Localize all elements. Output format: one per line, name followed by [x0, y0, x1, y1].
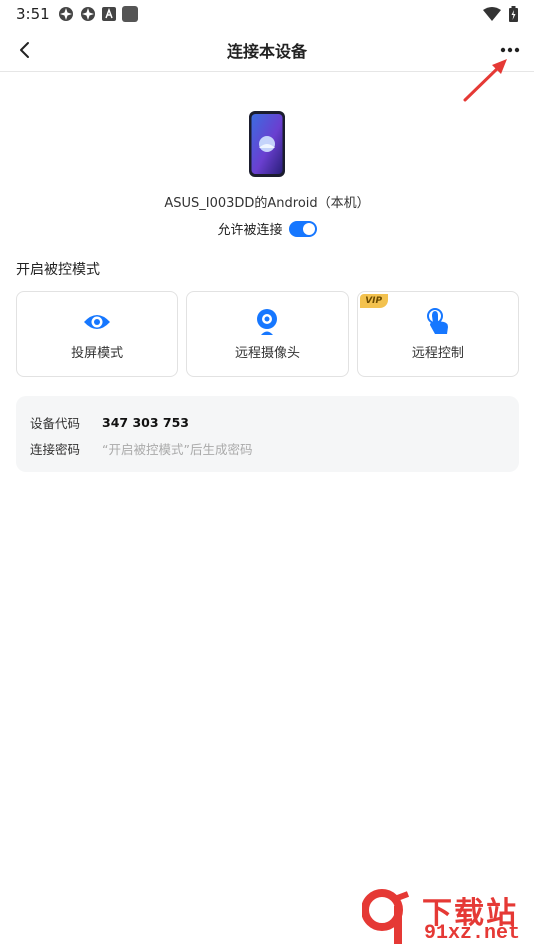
webcam-icon [253, 308, 281, 336]
status-system-icons [483, 5, 518, 23]
device-code-value: 347 303 753 [102, 414, 189, 430]
wifi-icon [483, 7, 501, 21]
device-name: ASUS_I003DD的Android（本机） [164, 196, 370, 211]
vip-badge: VIP [359, 294, 388, 308]
mode-label: 远程控制 [411, 345, 464, 361]
status-bar: 3:51 [0, 0, 534, 28]
allow-connection-toggle[interactable] [288, 220, 317, 237]
remote-control-mode-card[interactable]: VIP 远程控制 [356, 291, 519, 377]
touch-hand-icon [424, 307, 452, 336]
password-hint: “开启被控模式”后生成密码 [102, 441, 253, 457]
allow-connection-label: 允许被连接 [217, 223, 283, 238]
password-row: 连接密码 “开启被控模式”后生成密码 [30, 438, 505, 458]
battery-charging-icon [509, 6, 518, 22]
controlled-mode-title: 开启被控模式 [16, 262, 100, 278]
phone-image [249, 111, 285, 177]
allow-connection-row: 允许被连接 [0, 219, 534, 238]
mode-label: 远程摄像头 [234, 345, 300, 361]
page-title: 连接本设备 [226, 42, 307, 61]
mode-label: 投屏模式 [71, 345, 124, 361]
app-bar: 连接本设备 [0, 28, 534, 72]
more-options-button[interactable] [494, 34, 526, 66]
connection-info-card: 设备代码 347 303 753 连接密码 “开启被控模式”后生成密码 [16, 396, 519, 472]
clover-app-icon [81, 7, 95, 21]
watermark-logo [362, 889, 410, 944]
status-notification-icons [58, 5, 138, 23]
status-time: 3:51 [16, 5, 50, 23]
eye-icon [83, 308, 111, 336]
device-code-label: 设备代码 [30, 415, 81, 431]
remote-camera-mode-card[interactable]: 远程摄像头 [186, 291, 349, 377]
password-label: 连接密码 [30, 441, 81, 457]
screen-cast-mode-card[interactable]: 投屏模式 [16, 291, 179, 377]
device-section: ASUS_I003DD的Android（本机） 允许被连接 [0, 110, 534, 238]
square-app-icon [122, 6, 138, 22]
watermark: 下载站 91xz.net [362, 888, 530, 946]
clover-app-icon [59, 7, 73, 21]
watermark-domain: 91xz.net [424, 922, 521, 945]
mode-grid: 投屏模式 远程摄像头 VIP 远程控制 [16, 291, 519, 377]
font-a-icon [102, 7, 116, 21]
more-dots-icon [500, 47, 520, 53]
device-code-row: 设备代码 347 303 753 [30, 412, 505, 432]
